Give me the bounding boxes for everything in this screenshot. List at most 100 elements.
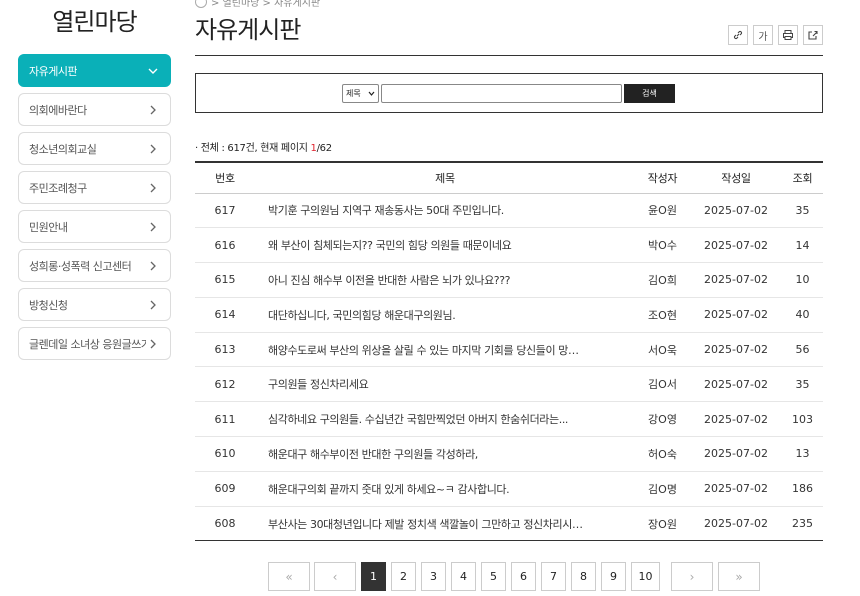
cell-number: 612 xyxy=(195,367,255,402)
search-button[interactable]: 검색 xyxy=(624,84,675,103)
summary-total-pages: /62 xyxy=(317,143,332,154)
link-button[interactable] xyxy=(728,25,748,45)
home-icon[interactable] xyxy=(195,0,207,8)
cell-date: 2025-07-02 xyxy=(690,228,782,263)
sidebar-item-free-board[interactable]: 자유게시판 xyxy=(18,54,171,87)
page-button-8[interactable]: 8 xyxy=(571,562,596,591)
post-title-text: 해양수도로써 부산의 위상을 살릴 수 있는 마지막 기회를 당신들이 망쳐버렸… xyxy=(268,342,588,358)
sidebar: 열린마당 자유게시판 의회에바란다 청소년의회교실 주민조례청구 민원안내 성희… xyxy=(18,0,171,366)
sidebar-item-label: 자유게시판 xyxy=(29,63,77,79)
sidebar-item-glendale-statue[interactable]: 글렌데일 소녀상 응원글쓰기 xyxy=(18,327,171,360)
board-summary: · 전체 : 617건, 현재 페이지 1/62 xyxy=(195,139,332,154)
cell-number: 615 xyxy=(195,263,255,298)
post-title-link[interactable]: 심각하네요 구의원들. 수십년간 국힘만찍었던 아버지 한숨쉬더라는... xyxy=(255,402,635,437)
cell-author: 조O현 xyxy=(635,297,690,332)
font-size-button[interactable]: 가 xyxy=(753,25,773,45)
chevron-down-icon xyxy=(368,90,375,97)
cell-number: 617 xyxy=(195,193,255,228)
cell-views: 10 xyxy=(782,263,823,298)
col-header-number: 번호 xyxy=(195,162,255,193)
post-title-text: 왜 부산이 침체되는지?? 국민의 힘당 의원들 때문이네요 xyxy=(268,237,588,253)
page-button-1[interactable]: 1 xyxy=(361,562,386,591)
cell-date: 2025-07-02 xyxy=(690,332,782,367)
search-box: 제목 검색 xyxy=(195,73,823,113)
cell-date: 2025-07-02 xyxy=(690,437,782,472)
last-page-button[interactable]: » xyxy=(718,562,760,591)
table-row: 614 대단하십니다, 국민의힘당 해운대구의원님. 조O현 2025-07-0… xyxy=(195,297,823,332)
post-title-link[interactable]: 대단하십니다, 국민의힘당 해운대구의원님. xyxy=(255,297,635,332)
breadcrumb-path: > 열린마당 > 자유게시판 xyxy=(211,0,320,9)
post-title-text: 심각하네요 구의원들. 수십년간 국힘만찍었던 아버지 한숨쉬더라는... xyxy=(268,411,588,427)
cell-author: 김O희 xyxy=(635,263,690,298)
cell-author: 박O수 xyxy=(635,228,690,263)
post-title-text: 대단하십니다, 국민의힘당 해운대구의원님. xyxy=(268,307,588,323)
cell-number: 610 xyxy=(195,437,255,472)
cell-date: 2025-07-02 xyxy=(690,402,782,437)
cell-author: 강O영 xyxy=(635,402,690,437)
cell-views: 40 xyxy=(782,297,823,332)
page-button-4[interactable]: 4 xyxy=(451,562,476,591)
chevron-right-icon xyxy=(146,298,160,312)
chevron-right-icon xyxy=(146,220,160,234)
post-title-link[interactable]: 왜 부산이 침체되는지?? 국민의 힘당 의원들 때문이네요 xyxy=(255,228,635,263)
search-input[interactable] xyxy=(381,84,622,103)
chevron-right-icon xyxy=(146,337,160,351)
sidebar-item-civil-petition[interactable]: 민원안내 xyxy=(18,210,171,243)
sidebar-item-label: 성희롱·성폭력 신고센터 xyxy=(29,258,131,274)
page-button-5[interactable]: 5 xyxy=(481,562,506,591)
page-button-2[interactable]: 2 xyxy=(391,562,416,591)
prev-page-button[interactable]: ‹ xyxy=(314,562,356,591)
share-button[interactable] xyxy=(803,25,823,45)
table-row: 611 심각하네요 구의원들. 수십년간 국힘만찍었던 아버지 한숨쉬더라는..… xyxy=(195,402,823,437)
cell-author: 윤O원 xyxy=(635,193,690,228)
chevron-right-icon xyxy=(146,259,160,273)
post-title-link[interactable]: 해운대구 해수부이전 반대한 구의원들 각성하라, xyxy=(255,437,635,472)
pagination: « ‹ 1 2 3 4 5 6 7 8 9 10 › » xyxy=(268,562,760,591)
cell-date: 2025-07-02 xyxy=(690,506,782,541)
cell-author: 장O원 xyxy=(635,506,690,541)
post-title-text: 아니 진심 해수부 이전을 반대한 사람은 뇌가 있나요??? xyxy=(268,272,588,288)
cell-number: 611 xyxy=(195,402,255,437)
post-title-link[interactable]: 구의원들 정신차리세요 xyxy=(255,367,635,402)
page-button-10[interactable]: 10 xyxy=(631,562,660,591)
sidebar-menu: 자유게시판 의회에바란다 청소년의회교실 주민조례청구 민원안내 성희롱·성폭력… xyxy=(18,54,171,360)
post-title-link[interactable]: 해양수도로써 부산의 위상을 살릴 수 있는 마지막 기회를 당신들이 망쳐버렸… xyxy=(255,332,635,367)
first-page-button[interactable]: « xyxy=(268,562,310,591)
print-button[interactable] xyxy=(778,25,798,45)
cell-number: 616 xyxy=(195,228,255,263)
post-title-link[interactable]: 해운대구의회 끝까지 줏대 있게 하세요~ㅋ 감사합니다. xyxy=(255,471,635,506)
page-button-3[interactable]: 3 xyxy=(421,562,446,591)
cell-date: 2025-07-02 xyxy=(690,193,782,228)
cell-author: 허O숙 xyxy=(635,437,690,472)
sidebar-item-ordinance-request[interactable]: 주민조례청구 xyxy=(18,171,171,204)
post-title-link[interactable]: 부산사는 30대청년입니다 제발 정치색 색깔놀이 그만하고 정신차리시길 바랍… xyxy=(255,506,635,541)
col-header-date: 작성일 xyxy=(690,162,782,193)
page-title: 자유게시판 xyxy=(195,10,300,45)
cell-views: 35 xyxy=(782,367,823,402)
sidebar-item-harassment-report[interactable]: 성희롱·성폭력 신고센터 xyxy=(18,249,171,282)
post-title-text: 박기훈 구의원님 지역구 재송동사는 50대 주민입니다. xyxy=(268,202,588,218)
page-tools: 가 xyxy=(728,25,823,45)
cell-date: 2025-07-02 xyxy=(690,263,782,298)
post-title-link[interactable]: 박기훈 구의원님 지역구 재송동사는 50대 주민입니다. xyxy=(255,193,635,228)
sidebar-item-youth-council[interactable]: 청소년의회교실 xyxy=(18,132,171,165)
chevron-right-icon xyxy=(146,142,160,156)
cell-author: 서O욱 xyxy=(635,332,690,367)
page-button-9[interactable]: 9 xyxy=(601,562,626,591)
cell-views: 13 xyxy=(782,437,823,472)
summary-total: 전체 : 617건, 현재 페이지 xyxy=(201,143,311,154)
sidebar-item-label: 방청신청 xyxy=(29,297,67,313)
post-title-link[interactable]: 아니 진심 해수부 이전을 반대한 사람은 뇌가 있나요??? xyxy=(255,263,635,298)
col-header-author: 작성자 xyxy=(635,162,690,193)
page-button-7[interactable]: 7 xyxy=(541,562,566,591)
sidebar-item-suggestions[interactable]: 의회에바란다 xyxy=(18,93,171,126)
next-page-button[interactable]: › xyxy=(671,562,713,591)
page-button-6[interactable]: 6 xyxy=(511,562,536,591)
sidebar-item-observation[interactable]: 방청신청 xyxy=(18,288,171,321)
chevron-down-icon xyxy=(146,64,160,78)
sidebar-title: 열린마당 xyxy=(18,0,171,46)
search-field-select[interactable]: 제목 xyxy=(342,84,379,103)
table-row: 609 해운대구의회 끝까지 줏대 있게 하세요~ㅋ 감사합니다. 김O명 20… xyxy=(195,471,823,506)
cell-date: 2025-07-02 xyxy=(690,367,782,402)
cell-author: 김O서 xyxy=(635,367,690,402)
